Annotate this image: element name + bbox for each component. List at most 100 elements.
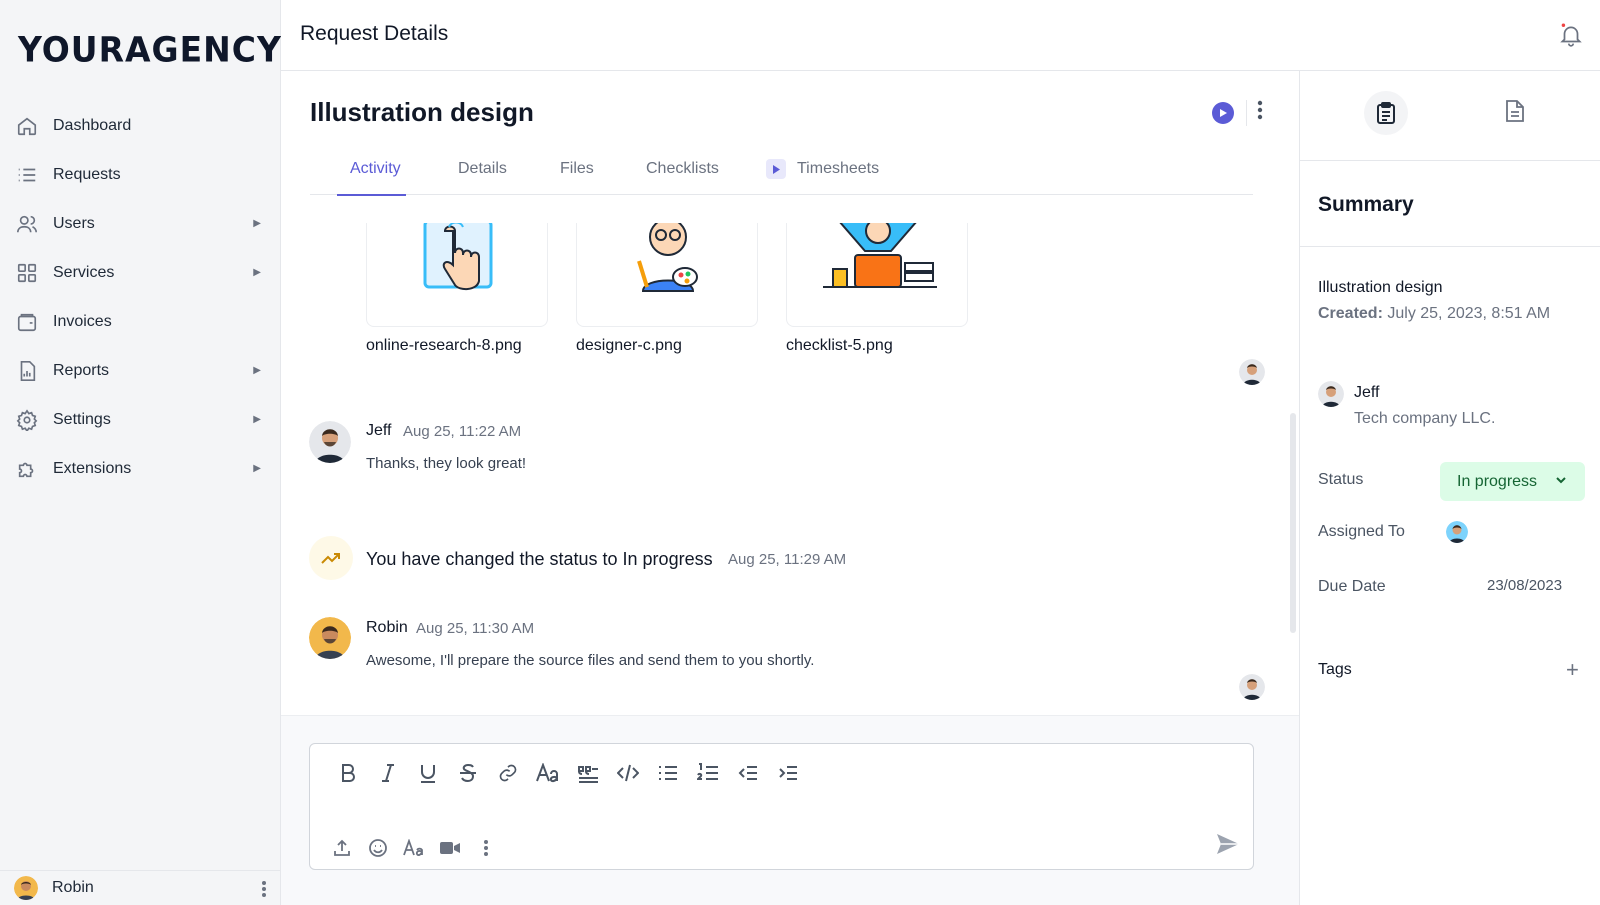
scrollbar-thumb[interactable] xyxy=(1290,413,1296,633)
clipboard-icon[interactable] xyxy=(1364,91,1408,135)
emoji-icon[interactable] xyxy=(360,836,396,860)
sidebar-item-label: Users xyxy=(53,214,95,232)
caret-right-icon: ▶ xyxy=(253,267,261,278)
home-icon xyxy=(15,114,39,138)
sidebar-item-extensions[interactable]: Extensions ▶ xyxy=(0,444,281,493)
status-change-time: Aug 25, 11:29 AM xyxy=(728,551,847,568)
underline-icon[interactable] xyxy=(408,760,448,786)
tab-activity[interactable]: Activity xyxy=(337,143,406,196)
message-text: Thanks, they look great! xyxy=(366,455,527,472)
file-thumbnail[interactable] xyxy=(366,223,548,327)
wallet-icon xyxy=(15,310,39,334)
file-thumbnail[interactable] xyxy=(576,223,758,327)
add-tag-icon[interactable]: + xyxy=(1566,657,1579,683)
message-editor[interactable] xyxy=(309,743,1254,870)
message-author: Jeff xyxy=(366,422,392,439)
bullet-list-icon[interactable] xyxy=(648,760,688,786)
summary-panel: Summary Illustration design Created: Jul… xyxy=(1299,71,1600,905)
activity-feed: online-research-8.png designer-c.png che… xyxy=(281,223,1299,715)
link-icon[interactable] xyxy=(488,760,528,786)
client-name[interactable]: Jeff xyxy=(1354,384,1380,402)
strikethrough-icon[interactable] xyxy=(448,760,488,786)
bold-icon[interactable] xyxy=(328,760,368,786)
editor-bottom-tools xyxy=(324,836,504,860)
avatar xyxy=(1318,381,1344,407)
message-author: Robin xyxy=(366,619,408,636)
sidebar-item-settings[interactable]: Settings ▶ xyxy=(0,395,281,444)
message-time: Aug 25, 11:22 AM xyxy=(403,423,522,440)
sidebar-item-requests[interactable]: Requests xyxy=(0,150,281,199)
users-icon xyxy=(15,212,39,236)
numbered-list-icon[interactable] xyxy=(688,760,728,786)
assignee-avatar[interactable] xyxy=(1446,521,1468,543)
italic-icon[interactable] xyxy=(368,760,408,786)
message-time: Aug 25, 11:30 AM xyxy=(416,620,535,637)
sidebar-item-label: Invoices xyxy=(53,312,112,330)
more-vertical-icon[interactable] xyxy=(1257,99,1263,126)
sidebar-item-reports[interactable]: Reports ▶ xyxy=(0,346,281,395)
due-value[interactable]: 23/08/2023 xyxy=(1487,577,1562,594)
tab-details[interactable]: Details xyxy=(458,143,507,195)
message-text: Awesome, I'll prepare the source files a… xyxy=(366,652,815,669)
outdent-icon[interactable] xyxy=(728,760,768,786)
tab-checklists[interactable]: Checklists xyxy=(646,143,719,195)
caret-right-icon: ▶ xyxy=(253,463,261,474)
blockquote-icon[interactable] xyxy=(568,760,608,786)
more-vertical-icon[interactable] xyxy=(468,836,504,860)
caret-right-icon: ▶ xyxy=(253,218,261,229)
video-icon[interactable] xyxy=(432,836,468,860)
top-bar: Request Details xyxy=(281,0,1600,71)
composer-area xyxy=(281,715,1299,905)
sidebar-item-label: Dashboard xyxy=(53,116,132,134)
sidebar-item-label: Services xyxy=(53,263,115,281)
list-icon xyxy=(15,163,39,187)
file-thumbnail[interactable] xyxy=(786,223,968,327)
upload-icon[interactable] xyxy=(324,836,360,860)
play-timer-button[interactable] xyxy=(1212,101,1234,124)
play-icon xyxy=(766,159,786,179)
text-size-icon[interactable] xyxy=(528,760,568,786)
file-name: online-research-8.png xyxy=(366,337,522,354)
request-title: Illustration design xyxy=(310,97,534,127)
sidebar-item-invoices[interactable]: Invoices xyxy=(0,297,281,346)
due-label: Due Date xyxy=(1318,578,1386,595)
tab-label: Timesheets xyxy=(797,160,880,177)
summary-request-name: Illustration design xyxy=(1318,279,1443,296)
page-title: Request Details xyxy=(300,22,449,45)
tab-timesheets[interactable]: Timesheets xyxy=(766,143,879,195)
tags-label: Tags xyxy=(1318,661,1352,678)
seen-by-avatar xyxy=(1239,359,1265,385)
status-dropdown[interactable]: In progress xyxy=(1440,462,1585,501)
assigned-label: Assigned To xyxy=(1318,523,1405,540)
sidebar-nav: Dashboard Requests Users ▶ Services ▶ In… xyxy=(0,101,281,493)
sidebar: YOURAGENCY Dashboard Requests Users ▶ Se xyxy=(0,0,281,905)
sidebar-item-dashboard[interactable]: Dashboard xyxy=(0,101,281,150)
sidebar-item-users[interactable]: Users ▶ xyxy=(0,199,281,248)
scrollbar[interactable] xyxy=(1290,223,1296,715)
sidebar-item-label: Reports xyxy=(53,361,110,379)
sidebar-item-label: Settings xyxy=(53,410,111,428)
summary-header: Summary xyxy=(1300,161,1600,247)
status-label: Status xyxy=(1318,471,1364,488)
sidebar-user[interactable]: Robin xyxy=(0,870,281,905)
editor-toolbar xyxy=(328,760,808,786)
gear-icon xyxy=(15,408,39,432)
send-icon[interactable] xyxy=(1215,832,1241,861)
brand-logo[interactable]: YOURAGENCY xyxy=(18,29,282,70)
document-icon[interactable] xyxy=(1505,99,1525,128)
code-icon[interactable] xyxy=(608,760,648,786)
sidebar-item-label: Extensions xyxy=(53,459,132,477)
indent-icon[interactable] xyxy=(768,760,808,786)
text-format-icon[interactable] xyxy=(396,836,432,860)
panel-tabs xyxy=(1300,71,1600,161)
bell-icon[interactable] xyxy=(1558,22,1584,53)
seen-by-avatar xyxy=(1239,674,1265,700)
caret-right-icon: ▶ xyxy=(253,414,261,425)
divider xyxy=(1246,99,1247,126)
caret-right-icon: ▶ xyxy=(253,365,261,376)
sidebar-item-services[interactable]: Services ▶ xyxy=(0,248,281,297)
puzzle-icon xyxy=(15,457,39,481)
summary-heading: Summary xyxy=(1318,193,1414,216)
tab-files[interactable]: Files xyxy=(560,143,594,195)
more-vertical-icon[interactable] xyxy=(261,879,267,904)
